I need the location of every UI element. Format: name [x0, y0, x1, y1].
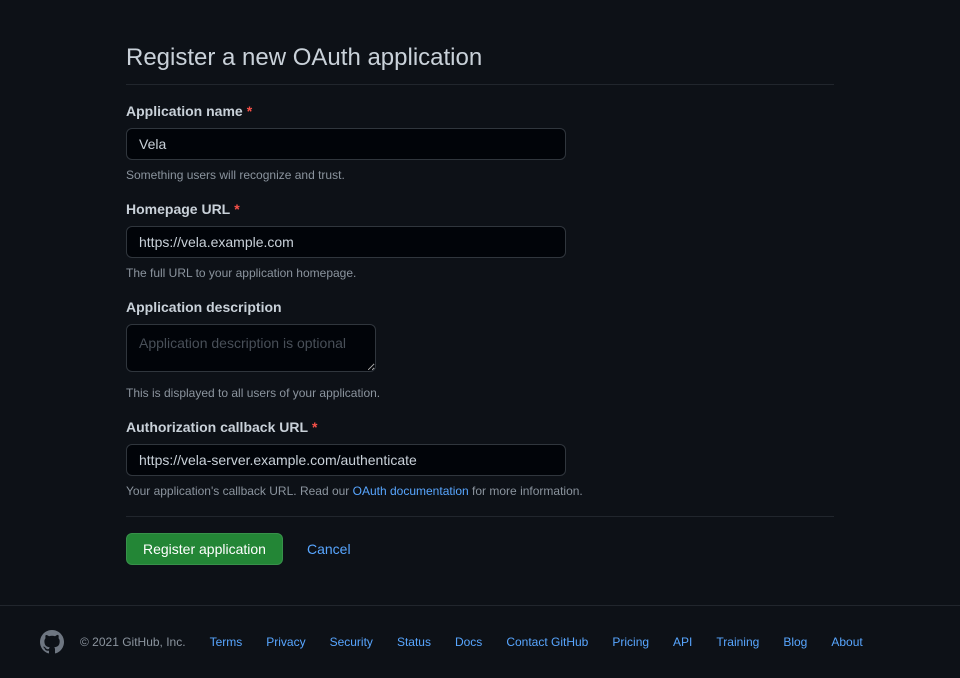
cancel-link[interactable]: Cancel [307, 539, 351, 560]
required-asterisk: * [234, 201, 239, 217]
homepage-url-label: Homepage URL* [126, 199, 834, 220]
app-name-label-text: Application name [126, 103, 243, 119]
description-label: Application description [126, 297, 834, 318]
required-asterisk: * [312, 419, 317, 435]
homepage-url-hint: The full URL to your application homepag… [126, 264, 834, 282]
footer-copyright: © 2021 GitHub, Inc. [80, 633, 186, 651]
register-button[interactable]: Register application [126, 533, 283, 565]
footer-link-privacy[interactable]: Privacy [266, 633, 305, 651]
app-name-hint: Something users will recognize and trust… [126, 166, 834, 184]
description-textarea[interactable] [126, 324, 376, 372]
app-name-label: Application name* [126, 101, 834, 122]
footer-link-blog[interactable]: Blog [783, 633, 807, 651]
oauth-docs-link[interactable]: OAuth documentation [353, 484, 469, 498]
footer-links: Terms Privacy Security Status Docs Conta… [210, 633, 863, 651]
github-logo-icon [40, 630, 64, 654]
form-actions: Register application Cancel [126, 516, 834, 565]
callback-url-label-text: Authorization callback URL [126, 419, 308, 435]
description-group: Application description This is displaye… [126, 297, 834, 402]
callback-url-label: Authorization callback URL* [126, 417, 834, 438]
footer-link-training[interactable]: Training [716, 633, 759, 651]
callback-url-hint: Your application's callback URL. Read ou… [126, 482, 834, 500]
homepage-url-label-text: Homepage URL [126, 201, 230, 217]
footer-link-security[interactable]: Security [330, 633, 373, 651]
callback-hint-suffix: for more information. [469, 484, 583, 498]
homepage-url-input[interactable] [126, 226, 566, 258]
required-asterisk: * [247, 103, 252, 119]
callback-hint-prefix: Your application's callback URL. Read ou… [126, 484, 353, 498]
homepage-url-group: Homepage URL* The full URL to your appli… [126, 199, 834, 282]
callback-url-group: Authorization callback URL* Your applica… [126, 417, 834, 500]
page-title: Register a new OAuth application [126, 40, 834, 85]
footer-link-docs[interactable]: Docs [455, 633, 482, 651]
footer-link-status[interactable]: Status [397, 633, 431, 651]
footer-link-api[interactable]: API [673, 633, 692, 651]
footer-link-contact[interactable]: Contact GitHub [506, 633, 588, 651]
callback-url-input[interactable] [126, 444, 566, 476]
app-name-group: Application name* Something users will r… [126, 101, 834, 184]
footer-link-about[interactable]: About [831, 633, 862, 651]
app-name-input[interactable] [126, 128, 566, 160]
description-hint: This is displayed to all users of your a… [126, 384, 834, 402]
footer: © 2021 GitHub, Inc. Terms Privacy Securi… [20, 606, 940, 678]
footer-link-terms[interactable]: Terms [210, 633, 243, 651]
footer-link-pricing[interactable]: Pricing [612, 633, 649, 651]
